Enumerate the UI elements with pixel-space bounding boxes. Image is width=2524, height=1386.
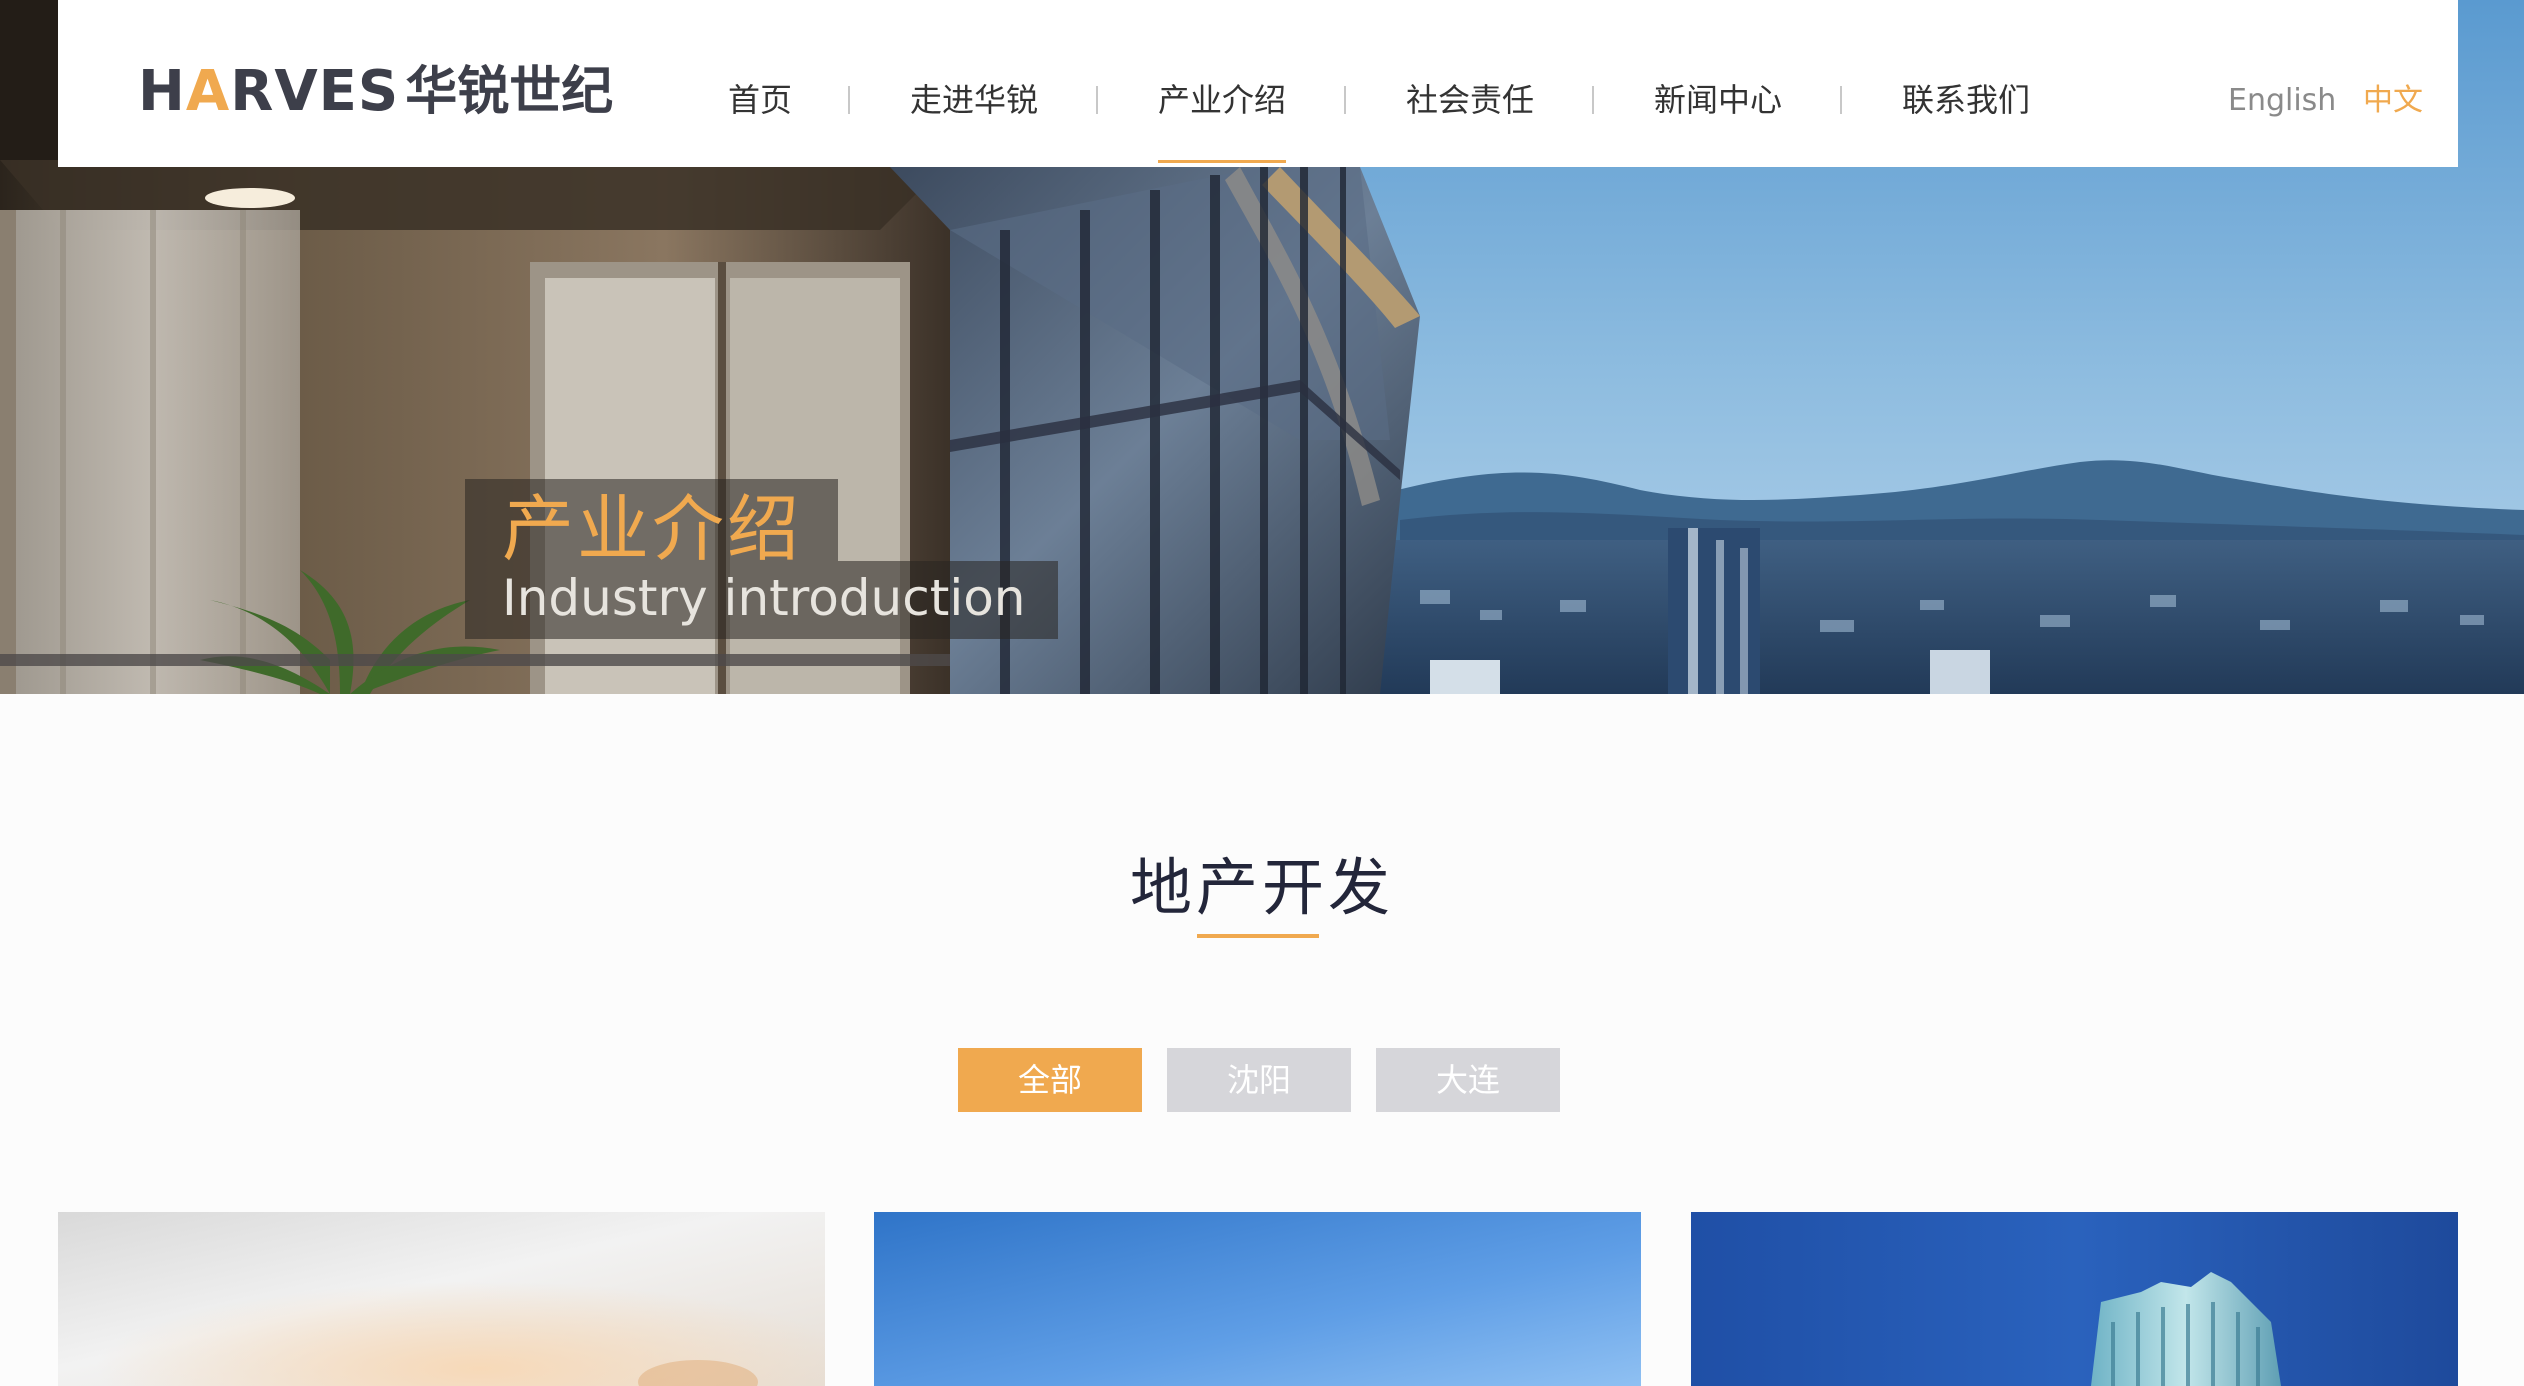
- nav-active-indicator: [1158, 160, 1287, 163]
- filter-all-button[interactable]: 全部: [958, 1048, 1142, 1112]
- language-english-link[interactable]: English: [2228, 78, 2336, 124]
- nav-item-label: 联系我们: [1902, 81, 2031, 119]
- project-card-image: [58, 1212, 825, 1386]
- nav-item-label: 首页: [728, 81, 793, 119]
- nav-item-about[interactable]: 走进华锐: [910, 75, 1038, 125]
- main-nav: 首页 走进华锐 产业介绍 社会责任 新闻中心 联系我们: [58, 0, 2458, 167]
- section-title-underline: [1197, 934, 1319, 938]
- nav-item-social-responsibility[interactable]: 社会责任: [1406, 75, 1534, 125]
- filter-dalian-button[interactable]: 大连: [1376, 1048, 1560, 1112]
- project-card[interactable]: [874, 1212, 1641, 1386]
- nav-item-label: 社会责任: [1406, 81, 1535, 119]
- nav-item-news[interactable]: 新闻中心: [1654, 75, 1782, 125]
- hero-title: 产业介绍: [502, 487, 803, 571]
- project-card-image: [1691, 1212, 2458, 1386]
- nav-separator: [1096, 86, 1098, 114]
- language-chinese-link[interactable]: 中文: [2363, 78, 2423, 124]
- nav-item-home[interactable]: 首页: [728, 75, 792, 125]
- section-title: 地产开发: [1129, 851, 1394, 924]
- nav-separator: [1592, 86, 1594, 114]
- nav-item-label: 新闻中心: [1654, 81, 1783, 119]
- site-header: HARVES 华锐世纪 首页 走进华锐 产业介绍 社会责任 新闻中心 联系我们 …: [58, 0, 2458, 167]
- project-card[interactable]: [58, 1212, 825, 1386]
- nav-separator: [848, 86, 850, 114]
- filter-shenyang-button[interactable]: 沈阳: [1167, 1048, 1351, 1112]
- project-card-image: [874, 1212, 1641, 1386]
- nav-item-label: 走进华锐: [910, 81, 1039, 119]
- nav-item-label: 产业介绍: [1158, 81, 1287, 119]
- project-card[interactable]: [1691, 1212, 2458, 1386]
- nav-item-industry[interactable]: 产业介绍: [1158, 75, 1287, 163]
- nav-separator: [1840, 86, 1842, 114]
- hero-subtitle: Industry introduction: [502, 569, 1026, 627]
- nav-separator: [1344, 86, 1346, 114]
- nav-item-contact[interactable]: 联系我们: [1902, 75, 2030, 125]
